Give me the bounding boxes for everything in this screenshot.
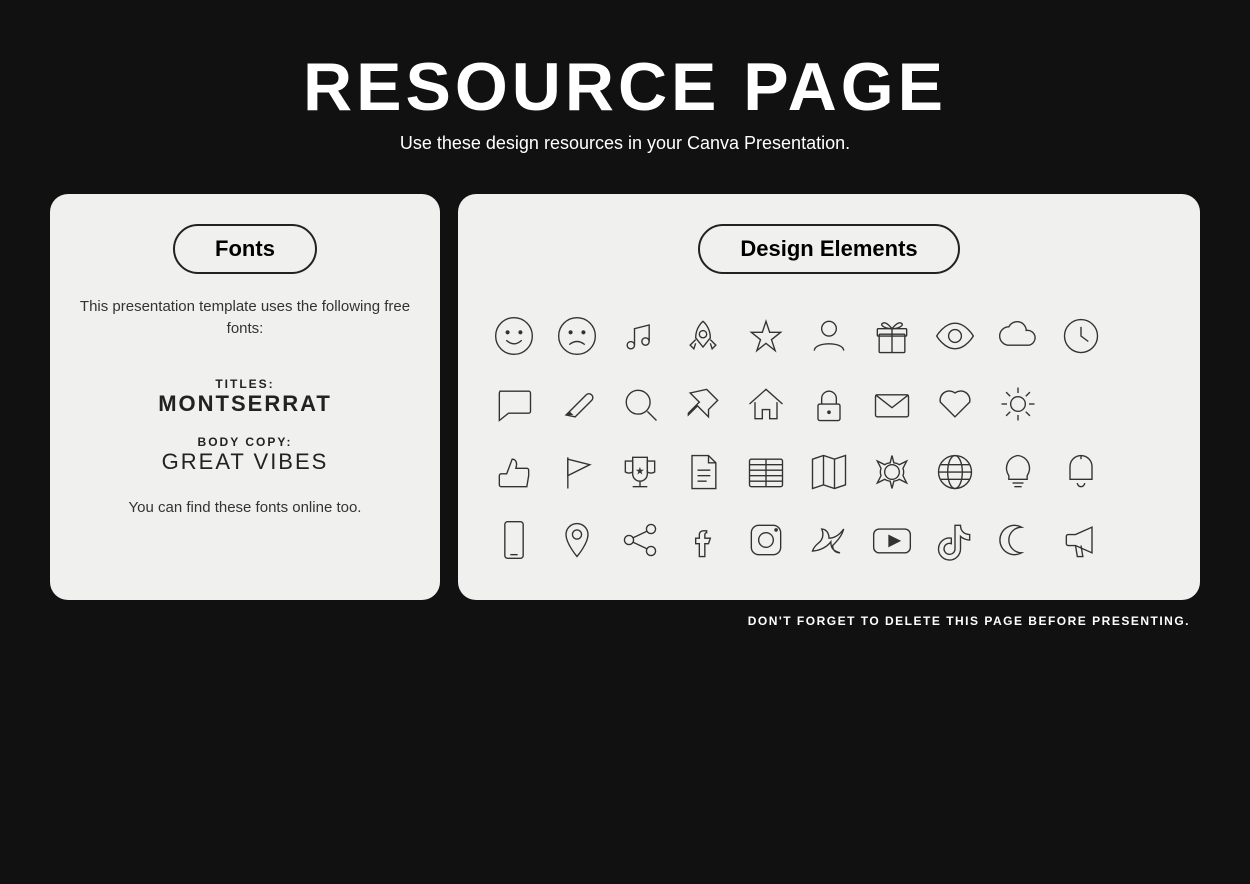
instagram-icon [738,510,793,570]
share-icon [612,510,667,570]
moon-icon [991,510,1046,570]
thumbsup-icon [486,442,541,502]
book-icon [738,442,793,502]
tiktok-icon [928,510,983,570]
body-font: GREAT VIBES [162,449,329,475]
mail-icon [865,374,920,434]
globe-icon [928,442,983,502]
gift-icon [865,306,920,366]
pin-icon [675,374,730,434]
map-icon [801,442,856,502]
design-panel: Design Elements [458,194,1200,600]
placeholder-3 [1117,374,1172,434]
person-icon [801,306,856,366]
page-title: RESOURCE PAGE [303,50,947,125]
clock-icon [1054,306,1109,366]
facebook-icon [675,510,730,570]
bell-icon [1054,442,1109,502]
flag-icon [549,442,604,502]
placeholder-1 [1117,306,1172,366]
sun-icon [991,374,1046,434]
design-title: Design Elements [698,224,959,274]
chat-icon [486,374,541,434]
svg-text:★: ★ [635,466,645,476]
sad-icon [549,306,604,366]
rocket-icon [675,306,730,366]
fonts-panel: Fonts This presentation template uses th… [50,194,440,600]
fonts-intro: This presentation template uses the foll… [78,296,412,341]
icons-grid: ★ [486,306,1172,570]
youtube-icon [865,510,920,570]
home-icon [738,374,793,434]
cloud-icon [991,306,1046,366]
music-icon [612,306,667,366]
titles-label: TITLES: [215,377,274,391]
panels-container: Fonts This presentation template uses th… [0,194,1250,600]
phone-icon [486,510,541,570]
location-icon [549,510,604,570]
trophy-icon: ★ [612,442,667,502]
header: RESOURCE PAGE Use these design resources… [303,0,947,184]
lock-icon [801,374,856,434]
gear-icon [865,442,920,502]
body-label: BODY COPY: [198,435,293,449]
fonts-title: Fonts [173,224,317,274]
placeholder-2 [1054,374,1109,434]
document-icon [675,442,730,502]
star-icon [738,306,793,366]
page-subtitle: Use these design resources in your Canva… [303,133,947,154]
search-icon [612,374,667,434]
twitter-icon [801,510,856,570]
fonts-footer: You can find these fonts online too. [129,499,362,516]
footer-note: DON'T FORGET TO DELETE THIS PAGE BEFORE … [0,600,1250,628]
megaphone-icon [1054,510,1109,570]
bulb-icon [991,442,1046,502]
heart-icon [928,374,983,434]
smiley-icon [486,306,541,366]
eye-icon [928,306,983,366]
placeholder-4 [1117,442,1172,502]
titles-font: MONTSERRAT [158,391,332,417]
placeholder-5 [1117,510,1172,570]
pencil-icon [549,374,604,434]
